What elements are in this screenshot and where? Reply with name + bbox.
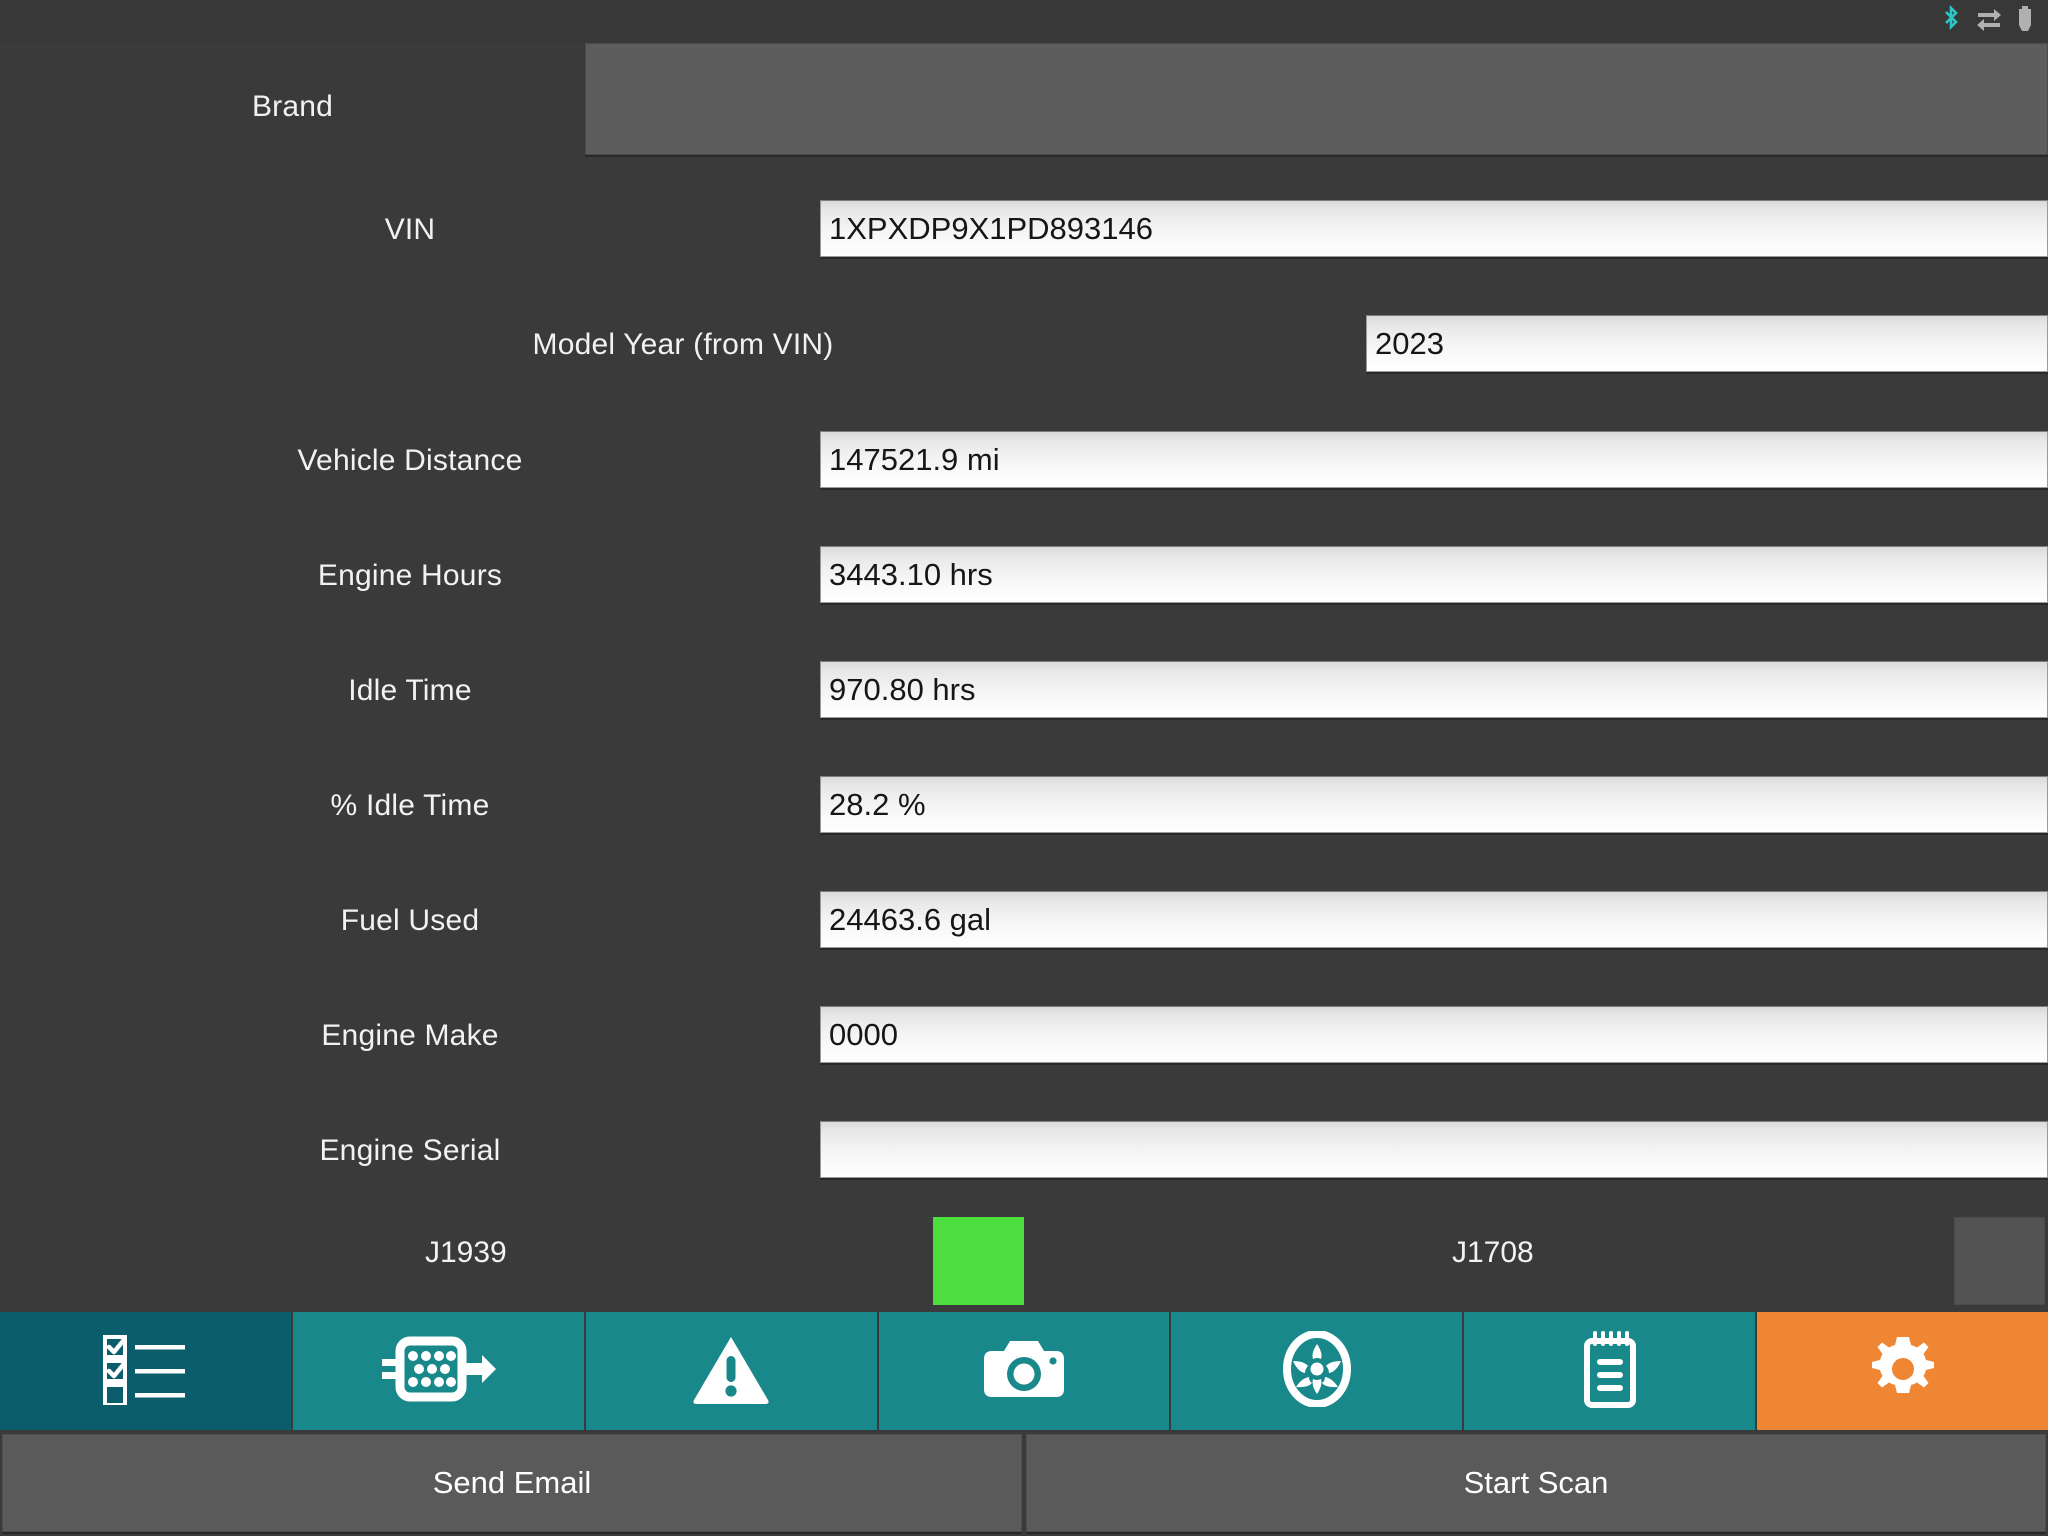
tab-camera[interactable] [878, 1312, 1172, 1430]
connector-icon [378, 1333, 498, 1410]
action-button-bar: Send Email Start Scan [0, 1432, 2048, 1536]
percent-idle-time-input[interactable]: 28.2 % [820, 776, 2048, 833]
label-model-year: Model Year (from VIN) [532, 328, 834, 361]
form-row-brand: Brand [0, 42, 2048, 172]
tab-settings[interactable] [1757, 1312, 2048, 1430]
protocol-label-j1708: J1708 [1452, 1236, 1534, 1269]
gear-icon [1867, 1333, 1939, 1410]
protocol-led-j1708 [1954, 1217, 2045, 1305]
form-row-vin: VIN 1XPXDP9X1PD893146 [0, 172, 2048, 287]
idle-time-value: 970.80 hrs [829, 671, 976, 707]
fuel-used-value: 24463.6 gal [829, 901, 992, 937]
label-engine-hours: Engine Hours [317, 558, 503, 592]
tab-wheels[interactable] [1171, 1312, 1465, 1430]
brand-spinner[interactable] [585, 43, 2048, 155]
tab-faults[interactable] [585, 1312, 879, 1430]
send-email-button[interactable]: Send Email [2, 1434, 1022, 1532]
data-transfer-icon [1976, 4, 2002, 39]
vin-value: 1XPXDP9X1PD893146 [829, 210, 1154, 246]
app-root: Brand VIN 1XPXDP9X1PD893146 Model Year (… [0, 0, 2048, 1536]
engine-make-value: 0000 [829, 1016, 898, 1052]
engine-hours-value: 3443.10 hrs [829, 556, 993, 592]
label-percent-idle-time: % Idle Time [330, 788, 490, 822]
label-vin: VIN [384, 212, 436, 246]
percent-idle-time-value: 28.2 % [829, 786, 926, 822]
vehicle-info-form: Brand VIN 1XPXDP9X1PD893146 Model Year (… [0, 42, 2048, 1305]
tab-connector[interactable] [292, 1312, 586, 1430]
form-row-engine-serial: Engine Serial [0, 1093, 2048, 1208]
form-row-percent-idle-time: % Idle Time 28.2 % [0, 748, 2048, 863]
protocol-label-j1939: J1939 [425, 1236, 507, 1269]
form-row-engine-hours: Engine Hours 3443.10 hrs [0, 518, 2048, 633]
form-row-engine-make: Engine Make 0000 [0, 978, 2048, 1093]
camera-icon [982, 1335, 1066, 1408]
engine-serial-input[interactable] [820, 1121, 2048, 1178]
tab-checklist[interactable] [0, 1312, 293, 1430]
label-engine-serial: Engine Serial [319, 1133, 501, 1167]
status-bar [0, 0, 2048, 42]
label-vehicle-distance: Vehicle Distance [297, 443, 523, 477]
label-brand: Brand [251, 90, 334, 123]
tab-notes[interactable] [1464, 1312, 1758, 1430]
form-row-vehicle-distance: Vehicle Distance 147521.9 mi [0, 403, 2048, 518]
label-engine-make: Engine Make [321, 1018, 499, 1052]
form-row-idle-time: Idle Time 970.80 hrs [0, 633, 2048, 748]
model-year-value: 2023 [1375, 325, 1444, 361]
label-fuel-used: Fuel Used [340, 903, 480, 937]
model-year-input[interactable]: 2023 [1366, 315, 2048, 372]
vin-input[interactable]: 1XPXDP9X1PD893146 [820, 200, 2048, 257]
engine-hours-input[interactable]: 3443.10 hrs [820, 546, 2048, 603]
idle-time-input[interactable]: 970.80 hrs [820, 661, 2048, 718]
warning-icon [692, 1334, 770, 1409]
form-row-fuel-used: Fuel Used 24463.6 gal [0, 863, 2048, 978]
wheel-icon [1279, 1329, 1355, 1412]
battery-icon [2016, 4, 2034, 39]
notepad-icon [1578, 1330, 1642, 1413]
bluetooth-icon [1940, 4, 1962, 39]
checklist-icon [99, 1333, 191, 1410]
label-idle-time: Idle Time [348, 673, 472, 707]
fuel-used-input[interactable]: 24463.6 gal [820, 891, 2048, 948]
engine-make-input[interactable]: 0000 [820, 1006, 2048, 1063]
form-row-model-year: Model Year (from VIN) 2023 [0, 287, 2048, 403]
bottom-tab-bar [0, 1312, 2048, 1430]
start-scan-button[interactable]: Start Scan [1026, 1434, 2046, 1532]
vehicle-distance-input[interactable]: 147521.9 mi [820, 431, 2048, 488]
brand-value [586, 44, 2047, 154]
vehicle-distance-value: 147521.9 mi [829, 441, 1000, 477]
protocol-led-j1939 [933, 1217, 1024, 1305]
protocol-status-row: J1939 J1708 [0, 1200, 2048, 1305]
